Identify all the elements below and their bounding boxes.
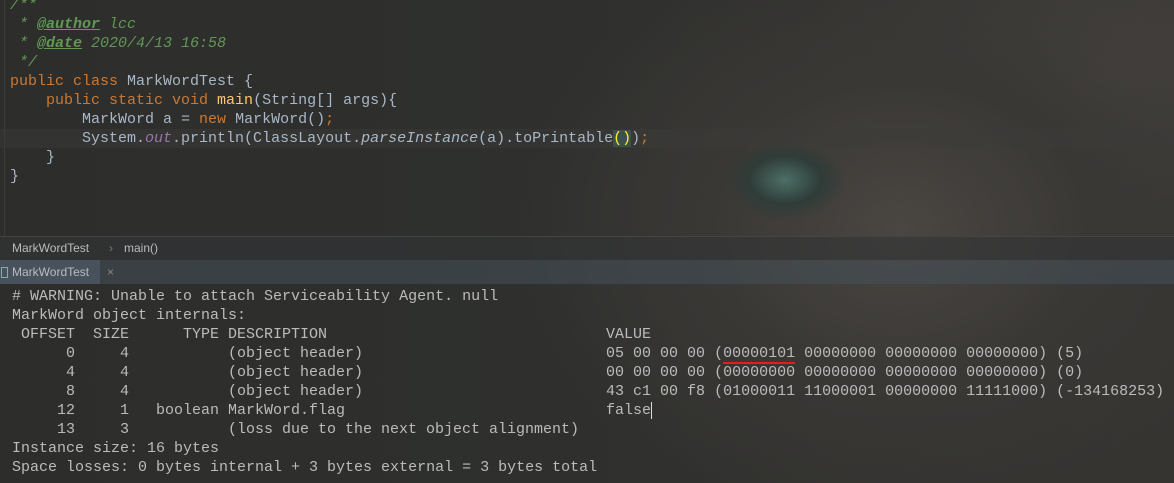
cell-value: 43 c1 00 f8 (01000011 11000001 00000000 … [606, 382, 1164, 401]
value-text: false [606, 402, 652, 419]
semicolon: ; [325, 111, 335, 128]
semicolon: ; [640, 130, 650, 147]
value-text: 05 00 00 00 ( [606, 345, 724, 362]
header-description: DESCRIPTION [228, 326, 328, 343]
instance-size: Instance size: 16 bytes [12, 440, 220, 457]
out-field: out [145, 130, 173, 147]
cell-offset: 0 [65, 345, 75, 362]
date-tag: @date [37, 35, 83, 52]
code-text: System. [82, 130, 146, 147]
close-icon[interactable]: × [107, 260, 114, 284]
code-editor[interactable]: /** * @author lcc * @date 2020/4/13 16:5… [0, 0, 1174, 236]
matched-brackets: () [613, 130, 632, 147]
cell-description: (object header) [228, 364, 364, 381]
date-value: 2020/4/13 16:58 [82, 35, 227, 52]
brace: } [46, 149, 56, 166]
cell-description: (object header) [228, 345, 364, 362]
header-row: OFFSET SIZE TYPE DESCRIPTION VALUE [12, 325, 1164, 344]
author-tag: @author [37, 16, 101, 33]
console-icon [1, 267, 8, 278]
title-line: MarkWord object internals: [12, 307, 247, 324]
code-text: .println(ClassLayout. [172, 130, 362, 147]
javadoc-author: * @author lcc [10, 16, 137, 33]
cell-size: 4 [119, 345, 129, 362]
underlined-bits: 00000101 [723, 345, 796, 364]
cell-size: 1 [119, 402, 129, 419]
method-name: main [217, 92, 254, 109]
code-text: MarkWord a = [82, 111, 200, 128]
close-class: } [10, 168, 20, 185]
cell-offset: 4 [65, 364, 75, 381]
code-line-2: System.out.println(ClassLayout.parseInst… [10, 129, 649, 148]
author-value: lcc [100, 16, 137, 33]
cell-value: false [606, 401, 653, 420]
method-declaration: public static void main(String[] args){ [10, 91, 397, 110]
breadcrumb-class[interactable]: MarkWordTest [12, 237, 89, 259]
cell-description: (loss due to the next object alignment) [228, 421, 580, 438]
editor-gutter [0, 0, 5, 236]
cell-value: 05 00 00 00 (00000101 00000000 00000000 … [606, 344, 1084, 364]
cell-size: 4 [119, 364, 129, 381]
space-losses: Space losses: 0 bytes internal + 3 bytes… [12, 459, 598, 476]
cell-size: 3 [119, 421, 129, 438]
method-params: (String[] args){ [253, 92, 398, 109]
javadoc-open: /** [10, 0, 38, 14]
table-row: 8 4 (object header) 43 c1 00 f8 (01000011 1… [12, 382, 1164, 401]
javadoc-close: */ [10, 54, 38, 71]
class-declaration: public class MarkWordTest { [10, 72, 253, 91]
breadcrumb: MarkWordTest › main() [0, 236, 1174, 260]
value-text: 43 c1 00 f8 (01000011 11000001 00000000 … [606, 383, 1165, 400]
table-row: 0 4 (object header) 05 00 00 00 (00000101 0… [12, 344, 1164, 364]
text-caret [651, 402, 653, 419]
cell-offset: 8 [65, 383, 75, 400]
table-row: 4 4 (object header) 00 00 00 00 (00000000 0… [12, 363, 1164, 382]
class-keyword: public class [10, 73, 128, 90]
console-output[interactable]: # WARNING: Unable to attach Serviceabili… [12, 287, 1164, 477]
class-name: MarkWordTest { [127, 73, 254, 90]
code-text: (a).toPrintable [478, 130, 614, 147]
close-method: } [10, 148, 55, 167]
tab-markwordtest[interactable]: MarkWordTest × [0, 260, 114, 284]
cell-type [129, 420, 219, 439]
cell-type: boolean [155, 402, 219, 419]
warning-line: # WARNING: Unable to attach Serviceabili… [12, 288, 499, 305]
run-tab-bar: MarkWordTest × [0, 260, 1174, 284]
cell-type [129, 344, 219, 363]
cell-description: (object header) [228, 383, 364, 400]
cell-offset: 12 [56, 402, 75, 419]
cell-offset: 13 [56, 421, 75, 438]
code-line-1: MarkWord a = new MarkWord(); [10, 110, 334, 129]
header-value: VALUE [606, 326, 652, 343]
javadoc-date: * @date 2020/4/13 16:58 [10, 35, 227, 52]
cell-size: 4 [119, 383, 129, 400]
cell-description: MarkWord.flag [228, 402, 346, 419]
code-text: ) [631, 130, 641, 147]
value-text: 00 00 00 00 (00000000 00000000 00000000 … [606, 364, 1084, 381]
header-size: SIZE [92, 326, 129, 343]
code-text: MarkWord() [226, 111, 326, 128]
new-keyword: new [199, 111, 227, 128]
breadcrumb-method[interactable]: main() [124, 237, 158, 259]
table-row: 12 1 boolean MarkWord.flag false [12, 401, 1164, 420]
header-type: TYPE [182, 326, 219, 343]
value-text: 00000000 00000000 00000000) (5) [795, 345, 1084, 362]
breadcrumb-separator: › [109, 241, 113, 255]
table-row: 13 3 (loss due to the next object alignmen… [12, 420, 1164, 439]
method-keywords: public static void [46, 92, 218, 109]
cell-type [129, 382, 219, 401]
tab-label: MarkWordTest [12, 265, 90, 279]
cell-type [129, 363, 219, 382]
header-offset: OFFSET [20, 326, 75, 343]
cell-value: 00 00 00 00 (00000000 00000000 00000000 … [606, 363, 1083, 382]
static-method: parseInstance [361, 130, 479, 147]
